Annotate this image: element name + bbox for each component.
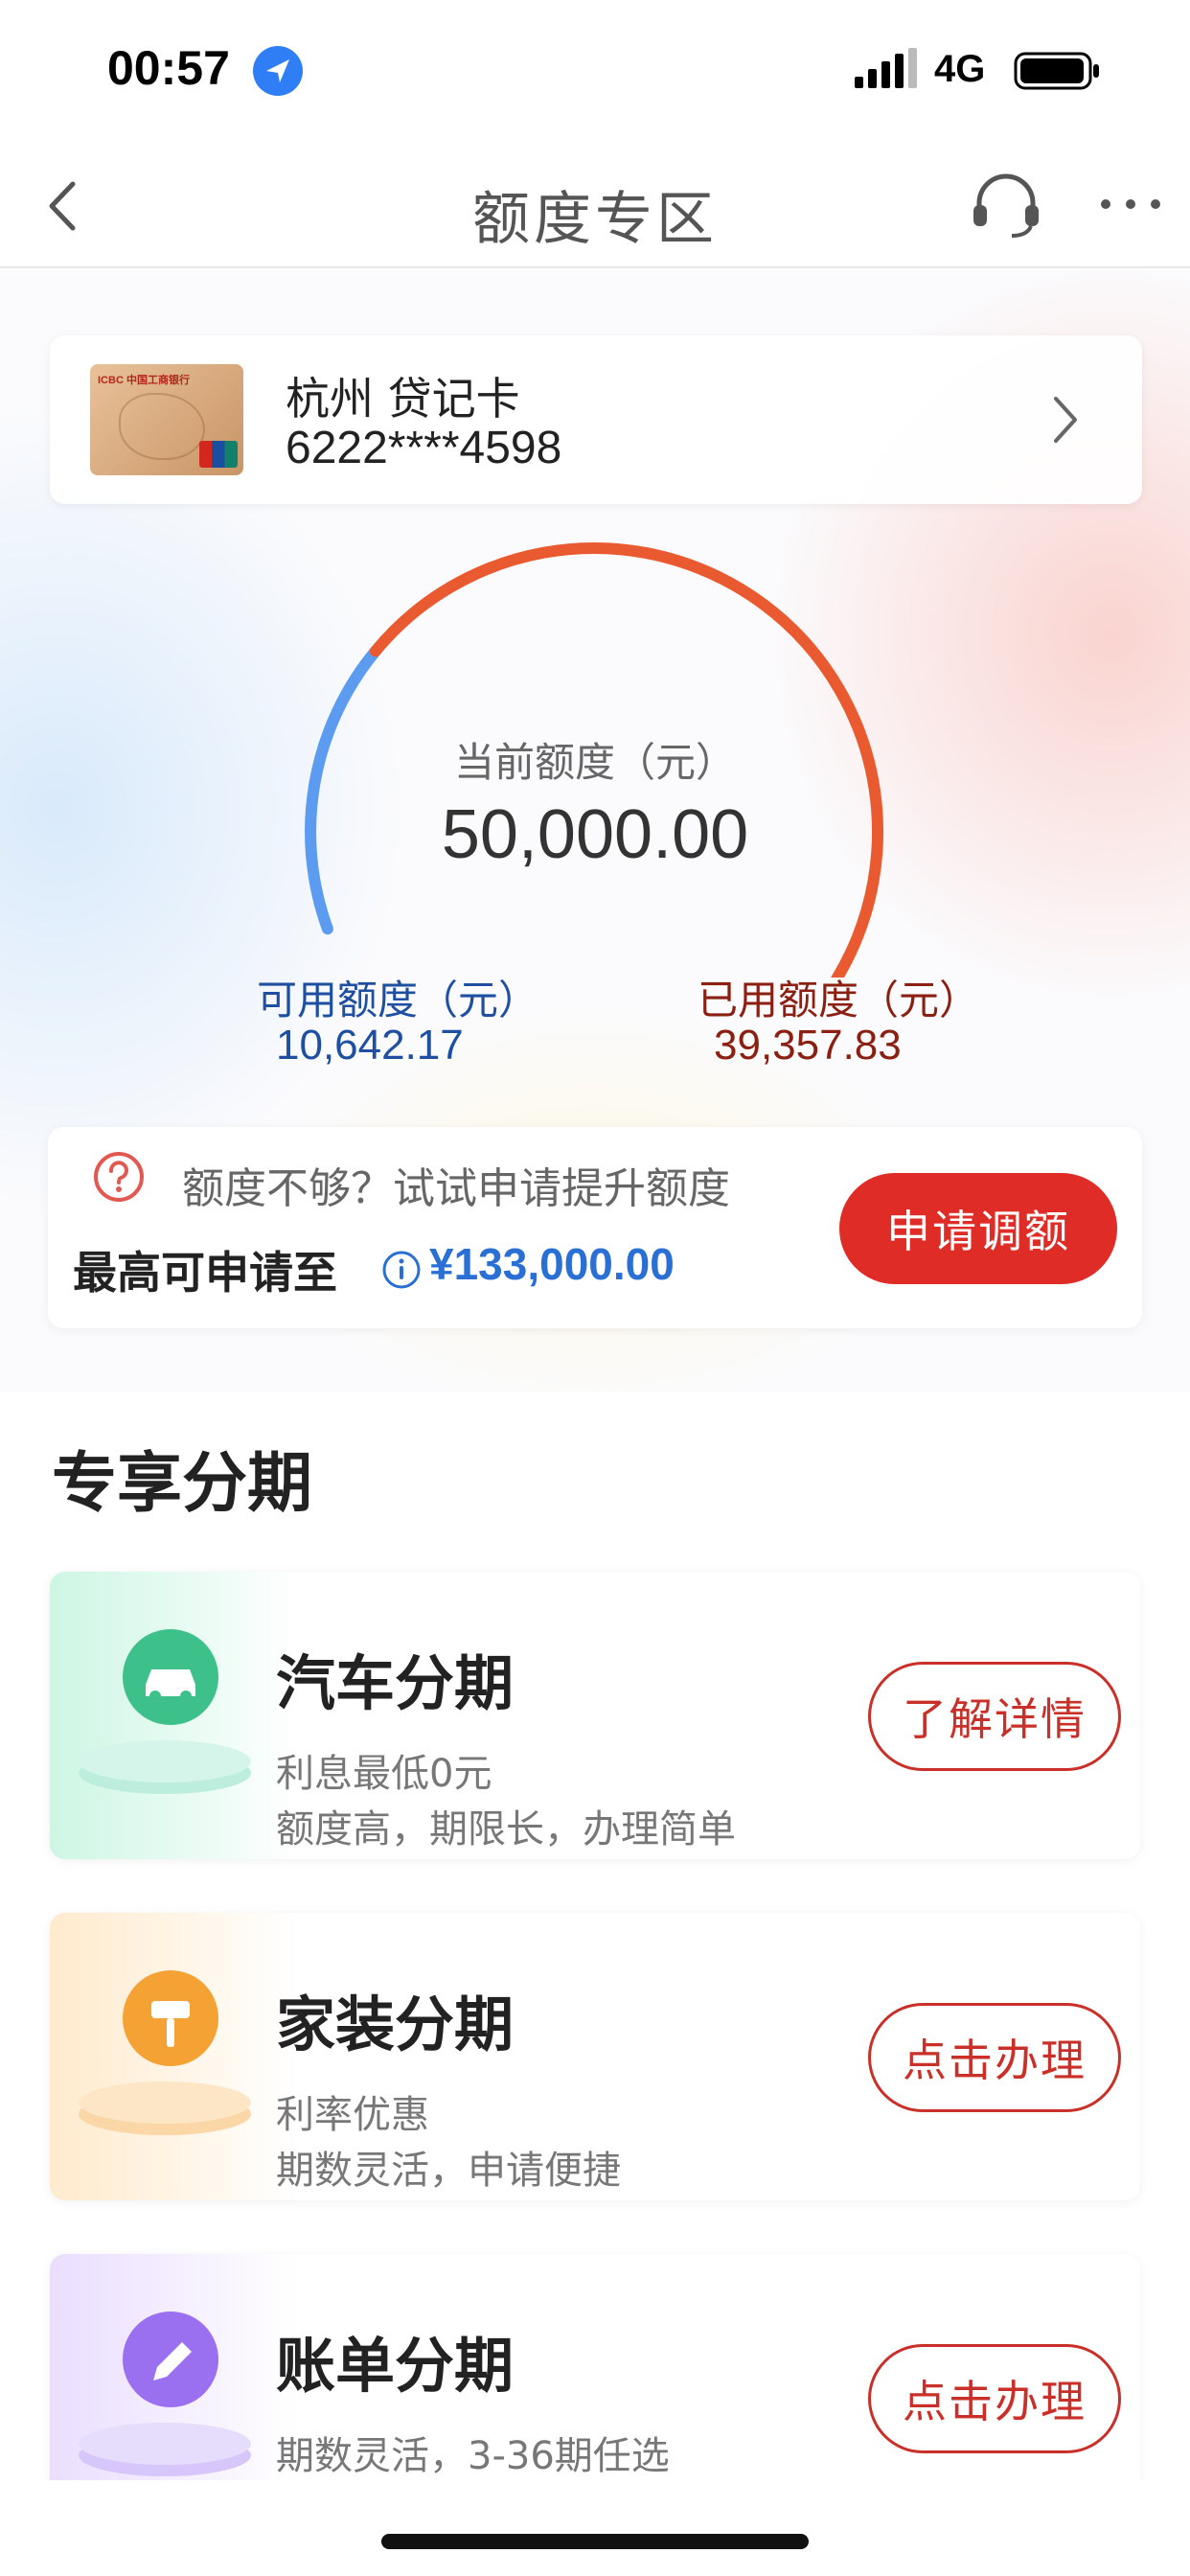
product-description: 期数灵活，申请便捷 — [276, 2149, 621, 2193]
raise-hint-text: 额度不够？试试申请提升额度 — [182, 1164, 730, 1213]
home-indicator — [381, 2534, 809, 2549]
status-time: 00:57 — [107, 41, 230, 95]
card-name: 杭州 贷记卡 — [286, 373, 520, 425]
raise-max-value: ¥133,000.00 — [429, 1239, 675, 1289]
info-icon[interactable] — [381, 1250, 422, 1290]
car-icon — [79, 1629, 251, 1794]
product-subtitle: 利率优惠 — [276, 2093, 429, 2137]
available-quota-value: 10,642.17 — [276, 1022, 464, 1069]
location-icon — [253, 46, 303, 96]
bottom-safe-area — [0, 2480, 1190, 2576]
question-icon — [94, 1152, 144, 1202]
available-quota-label: 可用额度（元） — [257, 977, 539, 1024]
used-quota-value: 39,357.83 — [714, 1022, 902, 1069]
apply-bill-button[interactable]: 点击办理 — [868, 2344, 1121, 2453]
network-type: 4G — [934, 48, 986, 90]
section-title: 专享分期 — [52, 1446, 313, 1522]
more-dots-icon[interactable] — [1092, 190, 1169, 218]
apply-home-button[interactable]: 点击办理 — [868, 2003, 1121, 2112]
learn-more-button[interactable]: 了解详情 — [868, 1662, 1121, 1771]
paint-roller-icon — [79, 1970, 251, 2135]
chevron-right-icon — [1054, 397, 1077, 443]
product-title: 家装分期 — [276, 1990, 515, 2059]
card-map-graphic — [119, 393, 205, 460]
used-quota-label: 已用额度（元） — [698, 977, 980, 1024]
current-quota-value: 50,000.00 — [441, 796, 749, 873]
card-thumbnail: ICBC 中国工商银行 — [90, 364, 243, 475]
product-description: 额度高，期限长，办理简单 — [276, 1807, 736, 1852]
product-subtitle: 期数灵活，3-36期任选 — [276, 2434, 670, 2478]
product-subtitle: 利息最低0元 — [276, 1752, 492, 1796]
unionpay-logo — [199, 441, 238, 468]
product-card-car[interactable]: 汽车分期 利息最低0元 额度高，期限长，办理简单 了解详情 — [50, 1572, 1140, 1859]
raise-quota-panel: 额度不够？试试申请提升额度 最高可申请至 ¥133,000.00 申请调额 — [48, 1127, 1142, 1328]
card-bank-text: ICBC 中国工商银行 — [98, 375, 190, 386]
card-selector[interactable]: ICBC 中国工商银行 杭州 贷记卡 6222****4598 — [50, 335, 1142, 504]
status-bar: 00:57 4G — [0, 0, 1190, 144]
product-card-home[interactable]: 家装分期 利率优惠 期数灵活，申请便捷 点击办理 — [50, 1913, 1140, 2200]
headset-icon[interactable] — [968, 167, 1044, 243]
product-title: 账单分期 — [276, 2331, 515, 2401]
signal-icon — [855, 48, 917, 88]
raise-max-label: 最高可申请至 — [73, 1247, 337, 1299]
current-quota-label: 当前额度（元） — [453, 739, 736, 786]
nav-bar: 额度专区 — [0, 144, 1190, 268]
product-title: 汽车分期 — [276, 1648, 515, 1718]
gauge-available-arc — [305, 645, 381, 935]
apply-raise-button[interactable]: 申请调额 — [839, 1173, 1117, 1284]
battery-icon — [1014, 52, 1099, 90]
card-number: 6222****4598 — [286, 423, 562, 473]
